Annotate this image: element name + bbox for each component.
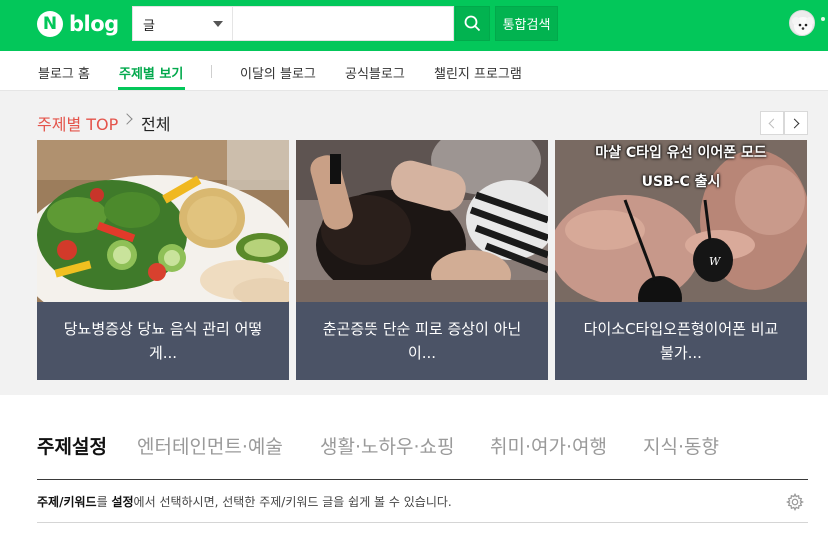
topic-card[interactable]: 당뇨병증상 당뇨 음식 관리 어떻게... (37, 140, 289, 380)
info-keyword: 주제/키워드 (37, 495, 97, 509)
avatar[interactable] (789, 10, 815, 36)
nav-item-official-blog[interactable]: 공식블로그 (345, 63, 405, 82)
topic-top-section: 주제별 TOP 전체 당뇨병증상 당뇨 음식 관리 어떻게... 춘곤증뜻 단순… (0, 91, 828, 395)
main-nav: 블로그 홈 주제별 보기 이달의 블로그 공식블로그 챌린지 프로그램 (0, 51, 828, 91)
topic-card[interactable]: 춘곤증뜻 단순 피로 증상이 아닌 이... (296, 140, 548, 380)
total-search-button[interactable]: 통합검색 (495, 6, 558, 41)
salad-plate-photo (37, 140, 289, 302)
tab-life-knowhow-shopping[interactable]: 생활·노하우·쇼핑 (320, 432, 454, 459)
dog-avatar-icon (790, 11, 814, 35)
logo-text: blog (69, 12, 119, 36)
earphone-photo: W (555, 140, 807, 302)
card-caption: 춘곤증뜻 단순 피로 증상이 아닌 이... (296, 302, 548, 380)
chevron-right-icon (121, 113, 133, 125)
head-massage-photo (296, 140, 548, 302)
nav-item-blog-of-month[interactable]: 이달의 블로그 (240, 63, 316, 82)
search-input[interactable] (234, 7, 452, 40)
naver-n-icon: N (37, 11, 63, 37)
chevron-right-icon (789, 118, 800, 128)
active-tab-indicator (118, 87, 185, 90)
card-caption: 다이소C타입오픈형이어폰 비교불가... (555, 302, 807, 380)
divider (37, 479, 808, 480)
search-button[interactable] (455, 6, 490, 41)
prev-button[interactable] (760, 111, 784, 135)
divider (37, 522, 808, 523)
tab-hobby-leisure-travel[interactable]: 취미·여가·여행 (490, 432, 607, 459)
nav-divider (211, 65, 212, 78)
search-icon (464, 15, 481, 32)
tab-entertainment-art[interactable]: 엔터테인먼트·예술 (137, 432, 283, 459)
nav-item-topic-view[interactable]: 주제별 보기 (119, 63, 183, 82)
tab-knowledge-trends[interactable]: 지식·동향 (643, 432, 719, 459)
caret-down-icon (213, 21, 223, 27)
chevron-left-icon (768, 118, 779, 128)
topic-card[interactable]: W 마샬 C타입 유선 이어폰 모드 USB-C 출시 다이소C타입오픈형이어폰… (555, 140, 807, 380)
search-category-select[interactable]: 글 (133, 7, 233, 40)
breadcrumb-title[interactable]: 주제별 TOP (37, 111, 118, 135)
breadcrumb-current: 전체 (141, 115, 171, 134)
settings-info-text: 주제/키워드를 설정에서 선택하시면, 선택한 주제/키워드 글을 쉽게 볼 수… (37, 495, 452, 509)
image-overlay-text: USB-C 출시 (641, 174, 721, 190)
more-dot-icon (821, 17, 825, 21)
naver-blog-logo[interactable]: N blog (37, 10, 119, 38)
search-box: 글 (132, 6, 454, 41)
info-settings-link[interactable]: 설정 (111, 495, 133, 509)
nav-item-challenge-program[interactable]: 챌린지 프로그램 (434, 63, 522, 82)
nav-item-blog-home[interactable]: 블로그 홈 (38, 63, 90, 82)
image-overlay-text: 마샬 C타입 유선 이어폰 모드 (595, 145, 767, 161)
card-caption: 당뇨병증상 당뇨 음식 관리 어떻게... (37, 302, 289, 380)
next-button[interactable] (784, 111, 808, 135)
svg-text:W: W (709, 255, 722, 268)
gear-icon[interactable] (786, 493, 804, 511)
top-bar: N blog 글 통합검색 (0, 0, 828, 51)
search-category-label: 글 (143, 19, 155, 34)
tab-topic-settings[interactable]: 주제설정 (37, 432, 107, 459)
